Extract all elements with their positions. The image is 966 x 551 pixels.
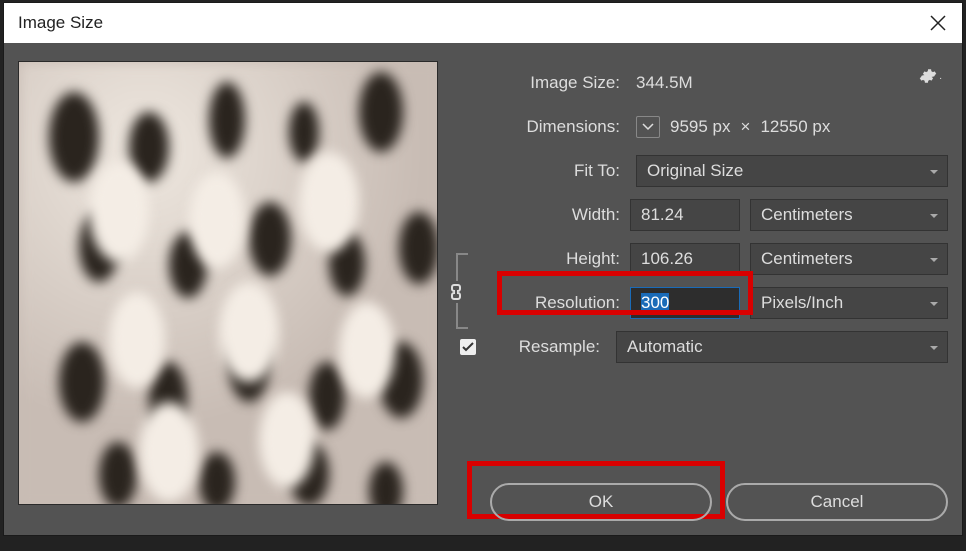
dialog-title: Image Size <box>18 13 103 33</box>
preview-image <box>18 61 438 505</box>
height-input[interactable] <box>630 243 740 275</box>
label-fit-to: Fit To: <box>482 161 630 181</box>
value-image-size: 344.5M <box>630 73 693 93</box>
gear-icon[interactable]: . <box>919 67 942 85</box>
resample-select[interactable]: Automatic <box>616 331 948 363</box>
chevron-down-icon <box>929 205 939 225</box>
titlebar: Image Size <box>4 3 962 43</box>
chevron-down-icon <box>929 293 939 313</box>
label-resolution: Resolution: <box>482 293 630 313</box>
close-icon[interactable] <box>928 13 948 33</box>
ok-button[interactable]: OK <box>490 483 712 521</box>
value-dim-h: 12550 px <box>760 117 830 137</box>
link-icon <box>446 281 466 303</box>
dim-separator: × <box>741 117 751 137</box>
label-height: Height: <box>482 249 630 269</box>
chevron-down-icon <box>929 337 939 357</box>
width-input[interactable] <box>630 199 740 231</box>
chevron-down-icon <box>929 161 939 181</box>
constrain-proportions-link[interactable] <box>456 253 480 329</box>
fit-to-select[interactable]: Original Size <box>636 155 948 187</box>
image-size-dialog: Image Size <box>3 2 963 536</box>
label-image-size: Image Size: <box>482 73 630 93</box>
dimensions-unit-dropdown[interactable] <box>636 116 660 138</box>
width-unit-select[interactable]: Centimeters <box>750 199 948 231</box>
height-unit-select[interactable]: Centimeters <box>750 243 948 275</box>
value-dim-w: 9595 px <box>670 117 731 137</box>
cancel-button[interactable]: Cancel <box>726 483 948 521</box>
chevron-down-icon <box>929 249 939 269</box>
resolution-unit-select[interactable]: Pixels/Inch <box>750 287 948 319</box>
label-width: Width: <box>482 205 630 225</box>
label-dimensions: Dimensions: <box>482 117 630 137</box>
label-resample: Resample: <box>484 337 610 357</box>
resample-checkbox[interactable] <box>460 339 476 355</box>
resolution-input[interactable] <box>630 287 740 319</box>
